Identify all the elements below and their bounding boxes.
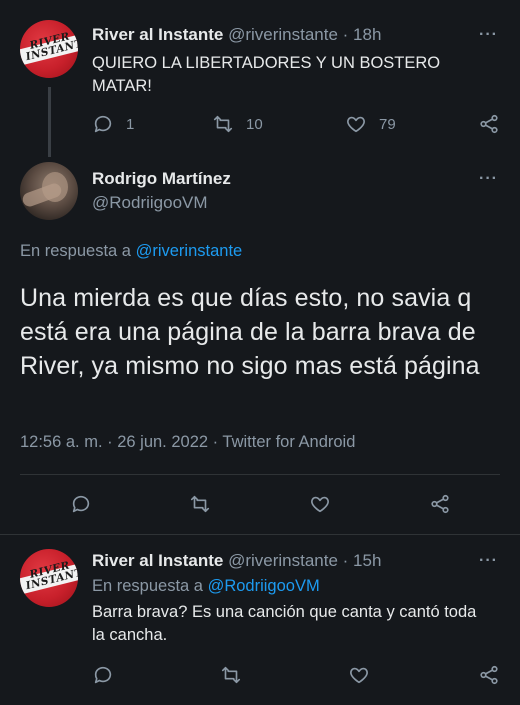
author-name[interactable]: River al Instante bbox=[92, 551, 223, 570]
reply-icon bbox=[72, 495, 90, 513]
reply-button[interactable] bbox=[70, 493, 92, 515]
reply-icon bbox=[94, 115, 112, 133]
reply-button[interactable] bbox=[92, 664, 114, 686]
more-icon[interactable]: ··· bbox=[479, 552, 498, 570]
retweet-icon bbox=[190, 495, 210, 513]
author-handle[interactable]: @riverinstante bbox=[228, 551, 338, 570]
share-icon bbox=[480, 665, 498, 685]
retweet-button[interactable] bbox=[189, 493, 211, 515]
like-button[interactable] bbox=[309, 493, 331, 515]
tweet-header: River al Instante @riverinstante · 15h bbox=[92, 551, 381, 571]
reply-context: En respuesta a @riverinstante bbox=[20, 242, 242, 261]
retweet-button[interactable] bbox=[220, 664, 242, 686]
avatar[interactable]: RIVER INSTANTE bbox=[20, 20, 78, 78]
author-handle[interactable]: @RodriigooVM bbox=[92, 193, 208, 212]
like-icon bbox=[311, 496, 329, 513]
tweet-actions bbox=[70, 493, 470, 515]
thread-line bbox=[48, 87, 51, 157]
like-count: 79 bbox=[379, 115, 396, 133]
reply-handle-link[interactable]: @RodriigooVM bbox=[208, 577, 320, 595]
like-icon bbox=[350, 667, 368, 684]
reply-prefix: En respuesta a bbox=[92, 577, 208, 595]
retweet-icon bbox=[221, 666, 241, 684]
tweet-time[interactable]: · 18h bbox=[343, 25, 382, 44]
share-icon bbox=[480, 114, 498, 134]
like-icon bbox=[347, 116, 365, 133]
more-icon[interactable]: ··· bbox=[479, 170, 498, 188]
tweet-text: QUIERO LA LIBERTADORES Y UN BOSTERO MATA… bbox=[92, 54, 441, 95]
logo-text: RIVER INSTANTE bbox=[24, 30, 78, 64]
tweet-actions bbox=[92, 664, 502, 686]
divider bbox=[20, 474, 500, 475]
tweet-handle-line: @RodriigooVM bbox=[92, 193, 208, 213]
reply-count: 1 bbox=[126, 115, 135, 133]
reply-icon bbox=[94, 666, 112, 684]
avatar[interactable] bbox=[20, 162, 78, 220]
reply-handle-link[interactable]: @riverinstante bbox=[136, 242, 243, 260]
tweet-header: Rodrigo Martínez bbox=[92, 169, 231, 189]
like-button[interactable]: 79 bbox=[345, 113, 396, 135]
share-button[interactable] bbox=[478, 113, 500, 135]
tweet-text: Una mierda es que días esto, no savia q … bbox=[20, 284, 480, 380]
author-handle[interactable]: @riverinstante bbox=[228, 25, 338, 44]
retweet-count: 10 bbox=[246, 115, 263, 133]
author-name[interactable]: Rodrigo Martínez bbox=[92, 169, 231, 188]
tweet-3[interactable]: RIVER INSTANTE River al Instante @riveri… bbox=[0, 535, 520, 705]
reply-prefix: En respuesta a bbox=[20, 242, 136, 260]
reply-context: En respuesta a @RodriigooVM bbox=[92, 577, 320, 596]
tweet-timestamp[interactable]: 12:56 a. m. · 26 jun. 2022 · Twitter for… bbox=[20, 433, 355, 452]
retweet-icon bbox=[213, 115, 233, 133]
tweet-header: River al Instante @riverinstante · 18h bbox=[92, 25, 381, 45]
logo-text: RIVER INSTANTE bbox=[24, 559, 78, 593]
avatar[interactable]: RIVER INSTANTE bbox=[20, 549, 78, 607]
share-button[interactable] bbox=[478, 664, 500, 686]
share-button[interactable] bbox=[429, 493, 451, 515]
tweet-time[interactable]: · 15h bbox=[343, 551, 382, 570]
like-button[interactable] bbox=[348, 664, 370, 686]
tweet-actions: 1 10 79 bbox=[92, 113, 502, 135]
tweet-text: Barra brava? Es una canción que canta y … bbox=[92, 603, 477, 644]
reply-button[interactable]: 1 bbox=[92, 113, 134, 135]
tweet-1[interactable]: RIVER INSTANTE River al Instante @riveri… bbox=[0, 0, 520, 160]
more-icon[interactable]: ··· bbox=[479, 26, 498, 44]
retweet-button[interactable]: 10 bbox=[212, 113, 263, 135]
author-name[interactable]: River al Instante bbox=[92, 25, 223, 44]
share-icon bbox=[431, 494, 449, 514]
